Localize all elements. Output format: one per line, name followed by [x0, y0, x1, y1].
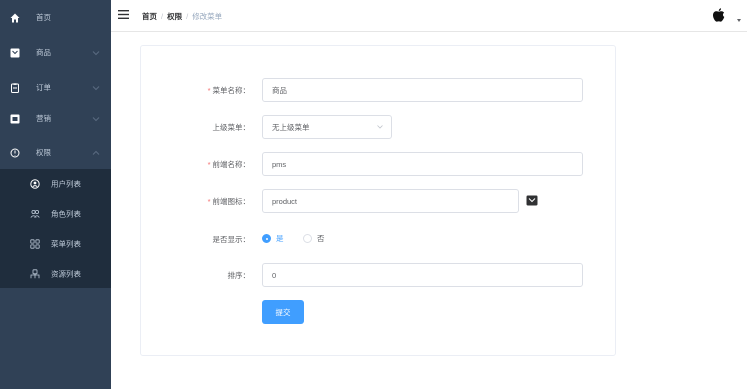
- menu-grid-icon: [30, 239, 40, 249]
- marketing-icon: [10, 114, 20, 124]
- frontend-icon-label: * 前端图标：: [207, 197, 250, 206]
- sidebar-subitem-roles[interactable]: 角色列表: [0, 199, 111, 229]
- radio-checked-icon: [262, 234, 271, 243]
- home-icon: [10, 13, 20, 23]
- sidebar-subitem-users[interactable]: 用户列表: [0, 169, 111, 199]
- menu-title-input[interactable]: 商品: [262, 78, 583, 102]
- sort-input[interactable]: 0: [262, 263, 583, 287]
- chevron-down-icon: [92, 85, 100, 90]
- order-icon: [10, 82, 20, 93]
- menu-title-value: 商品: [272, 85, 287, 95]
- sidebar: 首页 商品 订单 营销 权限 用户列表 角色列表 菜单列表 资源列表: [0, 0, 111, 389]
- breadcrumb-permissions[interactable]: 权限: [167, 11, 182, 22]
- menu-title-label: * 菜单名称：: [207, 86, 250, 95]
- user-icon: [30, 179, 40, 189]
- visible-yes-label: 是: [276, 234, 284, 243]
- visible-label: 是否显示：: [212, 235, 251, 244]
- radio-unchecked-icon: [303, 234, 312, 243]
- sidebar-subitem-label: 用户列表: [51, 179, 81, 189]
- submenu-permissions: 用户列表 角色列表 菜单列表 资源列表: [0, 169, 111, 288]
- sidebar-item-label: 订单: [36, 83, 51, 92]
- parent-menu-select[interactable]: 无上级菜单: [262, 115, 392, 139]
- sidebar-item-orders[interactable]: 订单: [0, 72, 111, 103]
- breadcrumb-separator: /: [186, 12, 189, 21]
- visible-no-radio[interactable]: 否: [303, 233, 325, 244]
- chevron-down-icon: [92, 116, 100, 121]
- sidebar-item-permissions[interactable]: 权限: [0, 137, 111, 168]
- chevron-down-icon: [92, 50, 100, 55]
- frontend-name-value: pms: [272, 159, 287, 169]
- breadcrumb: 首页 / 权限 / 修改菜单: [142, 11, 222, 22]
- visible-no-label: 否: [317, 234, 325, 243]
- frontend-name-input[interactable]: pms: [262, 152, 583, 176]
- frontend-name-label: * 前端名称：: [207, 160, 250, 169]
- visible-yes-radio[interactable]: 是: [262, 233, 284, 244]
- breadcrumb-current: 修改菜单: [192, 12, 223, 21]
- shield-icon: [10, 148, 20, 158]
- sidebar-item-goods[interactable]: 商品: [0, 37, 111, 68]
- role-icon: [30, 209, 40, 219]
- frontend-icon-value: product: [272, 196, 298, 206]
- sort-label: 排序：: [227, 271, 251, 280]
- parent-menu-value: 无上级菜单: [272, 122, 310, 132]
- sidebar-subitem-resources[interactable]: 资源列表: [0, 259, 111, 289]
- breadcrumb-separator: /: [161, 12, 164, 21]
- sidebar-item-marketing[interactable]: 营销: [0, 103, 111, 134]
- sidebar-subitem-label: 资源列表: [51, 269, 81, 279]
- apple-icon[interactable]: [712, 8, 725, 23]
- goods-icon: [526, 195, 538, 206]
- sidebar-subitem-label: 菜单列表: [51, 239, 81, 249]
- caret-down-icon[interactable]: [737, 19, 741, 22]
- sidebar-item-label: 权限: [36, 148, 51, 157]
- sidebar-item-label: 商品: [36, 48, 51, 57]
- top-navbar: 首页 / 权限 / 修改菜单: [111, 0, 747, 32]
- sidebar-subitem-label: 角色列表: [51, 209, 81, 219]
- chevron-down-icon: [377, 125, 383, 129]
- sidebar-item-label: 首页: [36, 13, 51, 22]
- breadcrumb-home[interactable]: 首页: [142, 11, 157, 22]
- resource-icon: [30, 269, 40, 279]
- frontend-icon-input[interactable]: product: [262, 189, 519, 213]
- sidebar-item-label: 营销: [36, 114, 51, 123]
- sort-value: 0: [272, 270, 277, 280]
- chevron-up-icon: [92, 150, 100, 155]
- parent-menu-label: 上级菜单：: [212, 123, 251, 132]
- goods-icon: [10, 48, 20, 58]
- submit-button[interactable]: 提交: [262, 300, 304, 324]
- sidebar-item-home[interactable]: 首页: [0, 2, 111, 33]
- hamburger-icon[interactable]: [118, 10, 129, 19]
- sidebar-subitem-menus[interactable]: 菜单列表: [0, 229, 111, 259]
